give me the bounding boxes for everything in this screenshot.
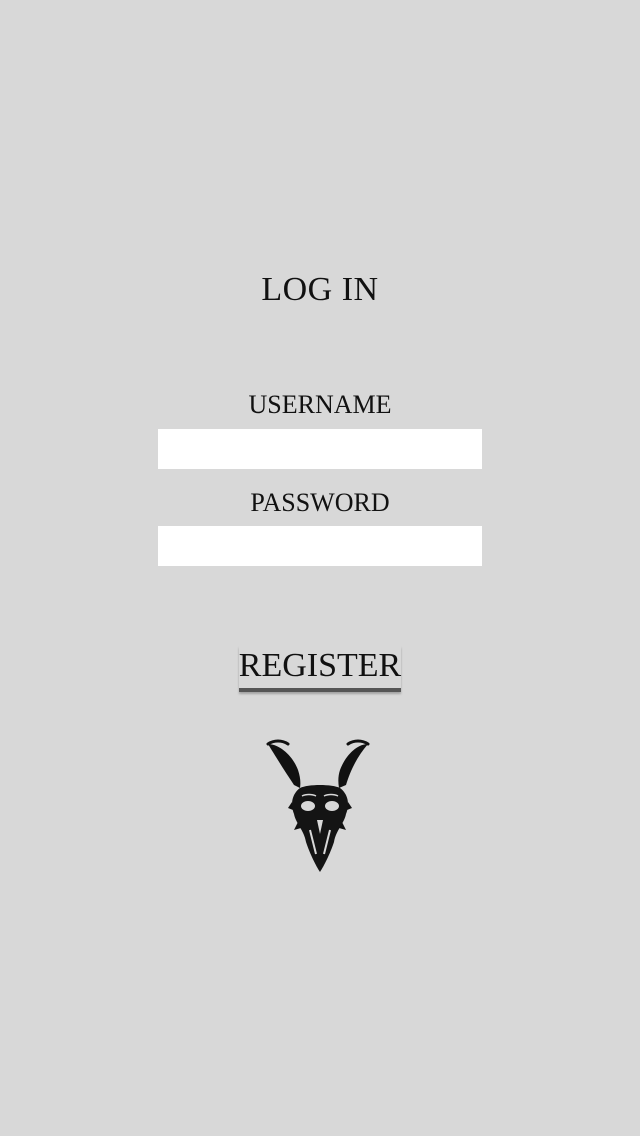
password-input[interactable] xyxy=(158,526,482,566)
page-title: LOG IN xyxy=(261,271,379,308)
username-label: USERNAME xyxy=(248,390,392,419)
username-input[interactable] xyxy=(158,429,482,469)
register-link[interactable]: REGISTER xyxy=(238,646,402,692)
register-container: REGISTER xyxy=(0,646,640,692)
password-label: PASSWORD xyxy=(250,488,390,517)
login-screen: LOG IN USERNAME PASSWORD REGISTER xyxy=(0,0,640,1136)
goat-skull-icon xyxy=(266,739,370,872)
